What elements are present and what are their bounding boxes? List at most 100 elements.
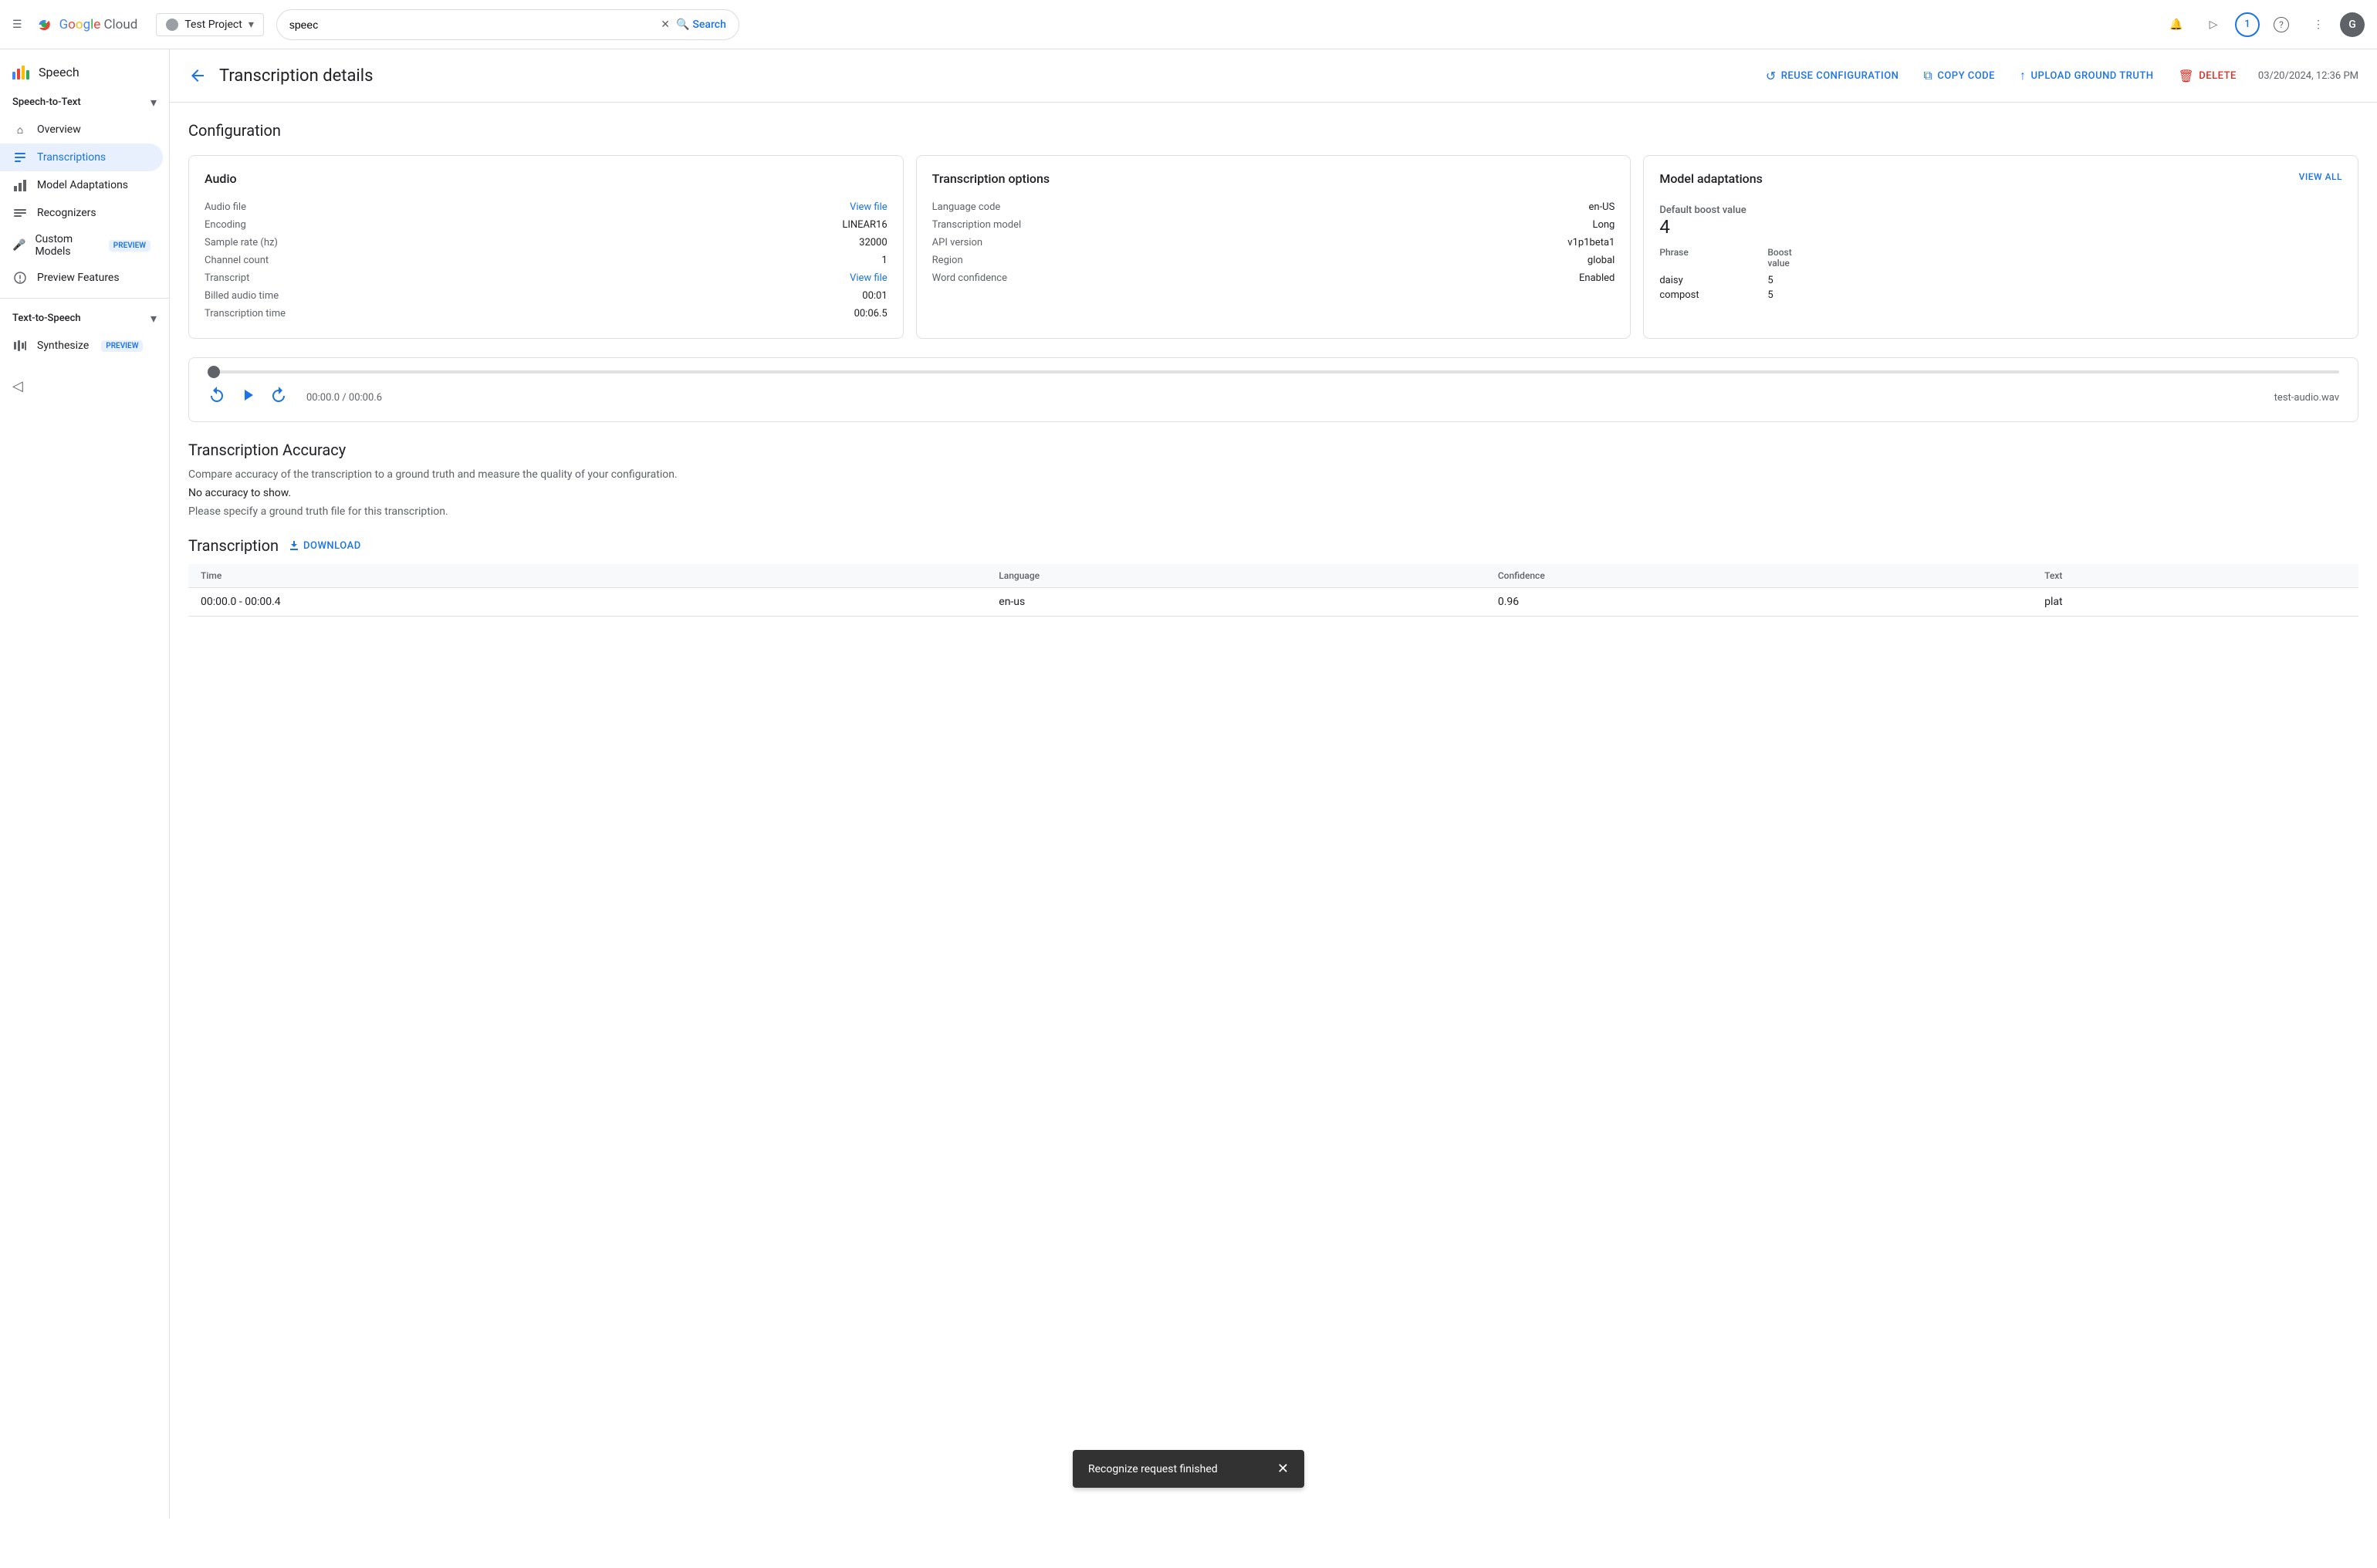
hamburger-menu-icon[interactable]: ☰ (12, 19, 22, 31)
help-icon: ? (2274, 17, 2289, 32)
audio-file-link[interactable]: View file (850, 201, 888, 213)
upload-ground-truth-button[interactable]: ↑ UPLOAD GROUND TRUTH (2010, 62, 2162, 90)
audio-progress-thumb[interactable] (208, 366, 220, 378)
sidebar-item-preview-features[interactable]: Preview Features (0, 264, 163, 292)
region-label: Region (932, 255, 963, 266)
sidebar-item-custom-models[interactable]: 🎤 Custom Models PREVIEW (0, 227, 163, 264)
forward-button[interactable] (269, 386, 288, 409)
accuracy-description: Compare accuracy of the transcription to… (188, 468, 2358, 481)
help-button[interactable]: ? (2266, 9, 2297, 40)
sidebar-collapse-btn[interactable]: ◁ (0, 360, 169, 400)
play-button[interactable] (238, 386, 257, 409)
transcription-model-label: Transcription model (932, 219, 1022, 231)
custom-models-preview-badge: PREVIEW (109, 240, 150, 252)
boost-phrase-compost: compost (1659, 289, 1721, 301)
back-button[interactable] (188, 66, 207, 85)
model-adaptations-icon (12, 177, 28, 193)
copy-code-button[interactable]: ⧉ COPY CODE (1914, 62, 2004, 90)
tts-section-header[interactable]: Text-to-Speech ▾ (0, 305, 169, 332)
stt-section-header[interactable]: Speech-to-Text ▾ (0, 89, 169, 116)
transcription-section: Transcription DOWNLOAD Time Language Con… (188, 536, 2358, 617)
audio-player: 00:00.0 / 00:00.6 test-audio.wav (188, 357, 2358, 422)
search-button[interactable]: 🔍 Search (676, 19, 726, 31)
download-label: DOWNLOAD (303, 540, 361, 552)
boost-row-compost: compost 5 (1659, 288, 2342, 302)
project-name: Test Project (184, 19, 242, 31)
sidebar: Speech Speech-to-Text ▾ ⌂ Overview Trans… (0, 49, 170, 1519)
configuration-section-title: Configuration (188, 121, 2358, 140)
word-confidence-value: Enabled (1579, 272, 1615, 284)
audio-file-row: Audio file View file (205, 198, 888, 216)
api-version-label: API version (932, 237, 982, 248)
sidebar-item-overview[interactable]: ⌂ Overview (0, 116, 163, 144)
accuracy-section-title: Transcription Accuracy (188, 441, 2358, 459)
preview-features-icon (12, 270, 28, 286)
boost-table-header: Phrase Boost value (1659, 247, 2342, 269)
audio-card: Audio Audio file View file Encoding LINE… (188, 155, 904, 339)
boost-value-daisy: 5 (1767, 275, 1814, 286)
header-actions: ↺ REUSE CONFIGURATION ⧉ COPY CODE ↑ UPLO… (1757, 62, 2246, 90)
avatar-letter: G (2348, 19, 2356, 31)
billed-audio-row: Billed audio time 00:01 (205, 287, 888, 305)
sidebar-item-transcriptions[interactable]: Transcriptions (0, 144, 163, 171)
audio-progress-bar[interactable] (208, 370, 2339, 373)
sidebar-item-model-adaptations[interactable]: Model Adaptations (0, 171, 163, 199)
api-version-row: API version v1p1beta1 (932, 234, 1615, 252)
sidebar-item-synthesize[interactable]: Synthesize PREVIEW (0, 332, 163, 360)
app-layout: Speech Speech-to-Text ▾ ⌂ Overview Trans… (0, 49, 2377, 1519)
search-input[interactable] (289, 19, 661, 31)
word-confidence-row: Word confidence Enabled (932, 269, 1615, 287)
transcript-link[interactable]: View file (850, 272, 888, 284)
snackbar: Recognize request finished ✕ (1073, 1450, 1304, 1488)
reuse-config-label: REUSE CONFIGURATION (1781, 70, 1899, 82)
sample-rate-row: Sample rate (hz) 32000 (205, 234, 888, 252)
boost-row-daisy: daisy 5 (1659, 273, 2342, 288)
view-all-button[interactable]: VIEW ALL (2299, 171, 2342, 182)
no-accuracy-text: No accuracy to show. (188, 487, 2358, 499)
replay-button[interactable] (208, 386, 226, 409)
synthesize-icon (12, 338, 28, 353)
encoding-label: Encoding (205, 219, 246, 231)
notifications-icon: 🔔 (2169, 19, 2183, 31)
boost-table: Phrase Boost value daisy 5 compost 5 (1659, 247, 2342, 302)
search-clear-icon[interactable]: ✕ (661, 19, 670, 31)
project-selector[interactable]: Test Project ▾ (156, 13, 264, 36)
more-options-button[interactable]: ⋮ (2303, 9, 2334, 40)
language-code-row: Language code en-US (932, 198, 1615, 216)
sidebar-item-label: Synthesize (37, 340, 89, 352)
tts-chevron-icon: ▾ (150, 311, 157, 326)
reuse-configuration-button[interactable]: ↺ REUSE CONFIGURATION (1757, 63, 1909, 90)
download-button[interactable]: DOWNLOAD (288, 539, 361, 552)
sidebar-item-label: Recognizers (37, 207, 96, 219)
speech-header: Speech (0, 56, 169, 89)
audio-filename: test-audio.wav (2274, 392, 2339, 404)
recognizers-icon (12, 205, 28, 221)
transcript-row: Transcript View file (205, 269, 888, 287)
speech-icon (12, 66, 29, 79)
notifications-button[interactable]: 🔔 (2161, 9, 2192, 40)
chevron-down-icon: ▾ (249, 19, 254, 31)
transcription-time-row: Transcription time 00:06.5 (205, 305, 888, 323)
transcription-model-value: Long (1592, 219, 1615, 231)
delete-button[interactable]: 🗑 DELETE (2169, 63, 2245, 90)
transcription-table: Time Language Confidence Text 00:00.0 - … (188, 564, 2358, 617)
player-controls: 00:00.0 / 00:00.6 test-audio.wav (208, 386, 2339, 409)
snackbar-close-button[interactable]: ✕ (1277, 1461, 1289, 1477)
sidebar-item-label: Overview (37, 123, 81, 136)
encoding-row: Encoding LINEAR16 (205, 216, 888, 234)
row-confidence: 0.96 (1486, 588, 2032, 617)
channel-count-value: 1 (881, 255, 887, 266)
search-bar: ✕ 🔍 Search (276, 9, 739, 40)
upload-icon: ↑ (2020, 68, 2027, 83)
audio-file-label: Audio file (205, 201, 246, 213)
model-adaptations-header: Model adaptations VIEW ALL (1659, 171, 2342, 198)
row-language: en-us (986, 588, 1486, 617)
table-row: 00:00.0 - 00:00.4 en-us 0.96 plat (188, 588, 2358, 617)
sample-rate-label: Sample rate (hz) (205, 237, 278, 248)
transcript-label: Transcript (205, 272, 249, 284)
cloud-shell-button[interactable]: ▷ (2198, 9, 2229, 40)
encoding-value: LINEAR16 (842, 219, 887, 231)
user-avatar[interactable]: G (2340, 12, 2365, 37)
sidebar-item-recognizers[interactable]: Recognizers (0, 199, 163, 227)
account-badge[interactable]: 1 (2235, 12, 2260, 37)
